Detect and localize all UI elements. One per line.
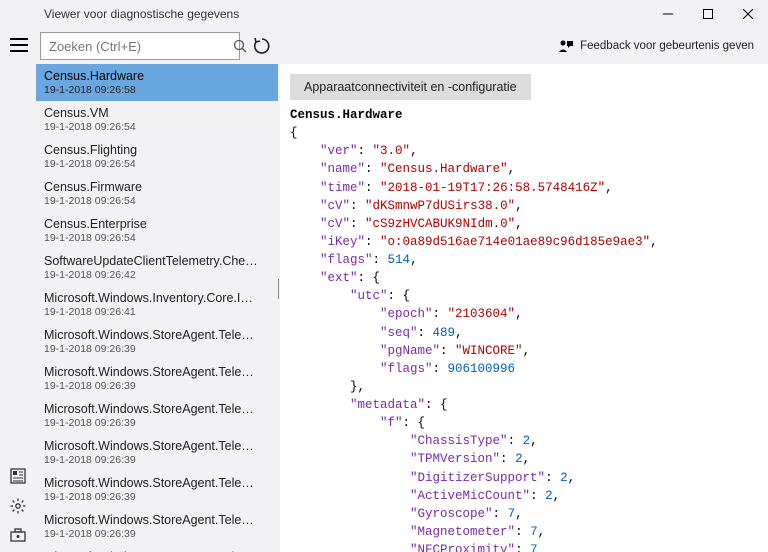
event-name: Census.Flighting <box>44 143 268 157</box>
event-name: SoftwareUpdateClientTelemetry.Che… <box>44 254 268 268</box>
event-timestamp: 19-1-2018 09:26:54 <box>44 232 268 244</box>
event-name: Microsoft.Windows.StoreAgent.Tele… <box>44 328 268 342</box>
refresh-button[interactable] <box>248 32 276 60</box>
event-name: Microsoft.Windows.StoreAgent.Tele… <box>44 513 268 527</box>
event-item[interactable]: Census.VM19-1-2018 09:26:54 <box>36 101 278 138</box>
event-item[interactable]: Microsoft.Windows.StoreAgent.Tele…19-1-2… <box>36 397 278 434</box>
splitter-handle[interactable] <box>278 279 279 299</box>
search-icon[interactable] <box>233 39 247 53</box>
event-item[interactable]: Microsoft.Windows.StoreAgent.Tele…19-1-2… <box>36 471 278 508</box>
event-list[interactable]: Census.Hardware19-1-2018 09:26:58Census.… <box>36 64 278 552</box>
search-field[interactable] <box>41 39 233 54</box>
feedback-icon <box>558 39 574 53</box>
event-timestamp: 19-1-2018 09:26:39 <box>44 491 268 503</box>
event-item[interactable]: Census.Enterprise19-1-2018 09:26:54 <box>36 212 278 249</box>
event-name: Census.VM <box>44 106 268 120</box>
event-timestamp: 19-1-2018 09:26:39 <box>44 528 268 540</box>
search-input[interactable] <box>40 32 240 60</box>
event-timestamp: 19-1-2018 09:26:39 <box>44 417 268 429</box>
minimize-button[interactable] <box>648 0 688 28</box>
event-name: Microsoft.Windows.Inventory.Core.I… <box>44 291 268 305</box>
event-item[interactable]: Census.Flighting19-1-2018 09:26:54 <box>36 138 278 175</box>
event-name: Microsoft.Windows.StoreAgent.Tele… <box>44 476 268 490</box>
hamburger-icon[interactable] <box>10 38 28 52</box>
event-item[interactable]: Microsoft.Windows.StoreAgent.Tele…19-1-2… <box>36 323 278 360</box>
close-button[interactable] <box>728 0 768 28</box>
event-name: Microsoft.Windows.StoreAgent.Tele… <box>44 402 268 416</box>
event-name: Census.Hardware <box>44 69 268 83</box>
event-timestamp: 19-1-2018 09:26:39 <box>44 454 268 466</box>
rail-icon-3[interactable] <box>8 526 28 546</box>
event-timestamp: 19-1-2018 09:26:54 <box>44 121 268 133</box>
event-timestamp: 19-1-2018 09:26:42 <box>44 269 268 281</box>
event-timestamp: 19-1-2018 09:26:54 <box>44 195 268 207</box>
maximize-button[interactable] <box>688 0 728 28</box>
event-item[interactable]: Microsoft.Windows.StoreAgent.Tele…19-1-2… <box>36 545 278 552</box>
event-name: Census.Firmware <box>44 180 268 194</box>
category-tab[interactable]: Apparaatconnectiviteit en -configuratie <box>290 74 531 100</box>
event-item[interactable]: Census.Firmware19-1-2018 09:26:54 <box>36 175 278 212</box>
event-name: Microsoft.Windows.StoreAgent.Tele… <box>44 365 268 379</box>
settings-icon[interactable] <box>8 496 28 516</box>
feedback-label: Feedback voor gebeurtenis geven <box>580 40 754 52</box>
event-timestamp: 19-1-2018 09:26:54 <box>44 158 268 170</box>
event-item[interactable]: Census.Hardware19-1-2018 09:26:58 <box>36 64 278 101</box>
event-item[interactable]: Microsoft.Windows.StoreAgent.Tele…19-1-2… <box>36 434 278 471</box>
event-name: Census.Enterprise <box>44 217 268 231</box>
rail-icon-1[interactable] <box>8 466 28 486</box>
event-timestamp: 19-1-2018 09:26:39 <box>44 343 268 355</box>
event-item[interactable]: Microsoft.Windows.Inventory.Core.I…19-1-… <box>36 286 278 323</box>
event-item[interactable]: Microsoft.Windows.StoreAgent.Tele…19-1-2… <box>36 360 278 397</box>
feedback-button[interactable]: Feedback voor gebeurtenis geven <box>558 39 754 53</box>
left-rail <box>0 64 36 552</box>
event-item[interactable]: Microsoft.Windows.StoreAgent.Tele…19-1-2… <box>36 508 278 545</box>
event-item[interactable]: SoftwareUpdateClientTelemetry.Che…19-1-2… <box>36 249 278 286</box>
window-title: Viewer voor diagnostische gegevens <box>44 7 648 21</box>
event-timestamp: 19-1-2018 09:26:41 <box>44 306 268 318</box>
json-viewer: Census.Hardware { "ver": "3.0", "name": … <box>290 106 768 552</box>
toolbar: Feedback voor gebeurtenis geven <box>0 28 768 64</box>
event-timestamp: 19-1-2018 09:26:39 <box>44 380 268 392</box>
detail-pane: Apparaatconnectiviteit en -configuratie … <box>280 64 768 552</box>
window-titlebar: Viewer voor diagnostische gegevens <box>0 0 768 28</box>
event-name: Microsoft.Windows.StoreAgent.Tele… <box>44 439 268 453</box>
event-timestamp: 19-1-2018 09:26:58 <box>44 84 268 96</box>
